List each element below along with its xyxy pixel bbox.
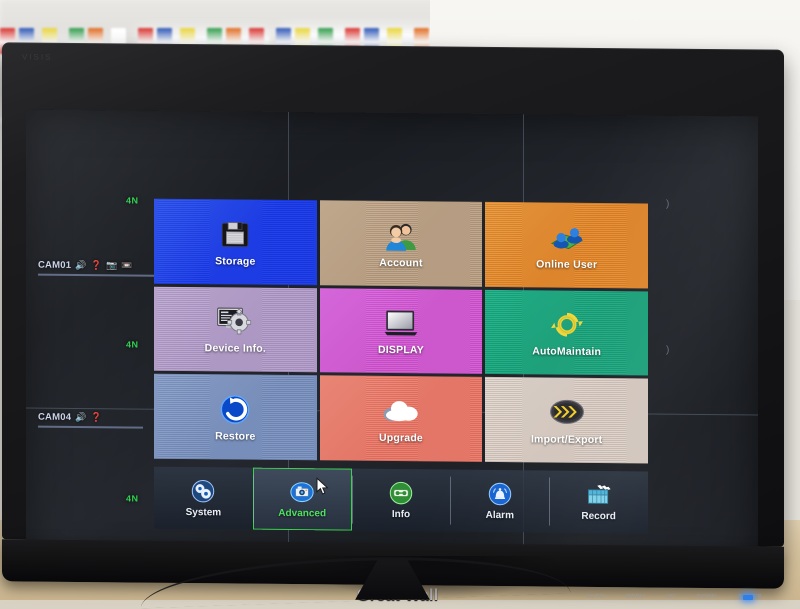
menu-tabbar: System Advanced Info Alarm bbox=[154, 467, 648, 534]
speaker-icon: 🔊 bbox=[75, 261, 86, 270]
menu-tile-restore[interactable]: Restore bbox=[154, 374, 317, 460]
bezel-top-mark: VISIS bbox=[22, 52, 52, 61]
tab-label: Advanced bbox=[278, 508, 326, 519]
double-chevron-icon bbox=[549, 395, 585, 431]
network-users-icon bbox=[547, 219, 587, 255]
menu-tile-label: Upgrade bbox=[379, 432, 423, 444]
menu-grid: Storage Account Online User bbox=[154, 199, 648, 464]
osd-button-row[interactable]: AUTOMENUUPDOWNPOWER bbox=[587, 594, 762, 600]
menu-tile-label: Online User bbox=[536, 258, 597, 271]
menu-tile-label: Restore bbox=[215, 430, 256, 442]
videotape-icon: 📼 bbox=[121, 261, 132, 270]
mouse-pointer-icon bbox=[316, 477, 329, 500]
tab-alarm[interactable]: Alarm bbox=[450, 470, 549, 533]
menu-tile-label: Storage bbox=[215, 255, 256, 267]
menu-tile-device-info[interactable]: Device Info. bbox=[154, 286, 317, 372]
channel-underline bbox=[38, 426, 143, 429]
channel-underline bbox=[38, 274, 156, 277]
alarm-bell-icon bbox=[487, 481, 513, 507]
tab-record[interactable]: Record bbox=[549, 471, 648, 534]
menu-tile-account[interactable]: Account bbox=[320, 200, 483, 286]
two-users-icon bbox=[383, 218, 419, 254]
menu-tile-online-user[interactable]: Online User bbox=[485, 202, 648, 288]
power-led-icon bbox=[743, 595, 753, 600]
photo-scene: VISIS CAM01 🔊 ❓ 📷 📼 CAM04 🔊 ❓ bbox=[0, 0, 800, 600]
video-loss-marker: 4N bbox=[126, 493, 139, 503]
floppy-disk-icon bbox=[218, 216, 252, 252]
osd-button-up[interactable]: UP bbox=[666, 594, 675, 600]
tab-label: Alarm bbox=[486, 510, 514, 521]
gears-icon bbox=[190, 478, 216, 504]
tab-info[interactable]: Info bbox=[352, 469, 451, 532]
menu-tile-display[interactable]: DISPLAY bbox=[320, 288, 483, 374]
osd-button-auto[interactable]: AUTO bbox=[587, 594, 605, 600]
channel-label-cam04: CAM04 🔊 ❓ bbox=[38, 412, 102, 424]
edge-mark: ) bbox=[666, 199, 669, 210]
menu-tile-upgrade[interactable]: Upgrade bbox=[320, 376, 483, 462]
video-loss-marker: 4N bbox=[126, 339, 139, 349]
info-disc-icon bbox=[388, 480, 414, 506]
video-loss-marker: 4N bbox=[126, 195, 139, 205]
clapperboard-icon bbox=[586, 482, 612, 508]
tab-advanced[interactable]: Advanced bbox=[253, 468, 352, 531]
recycle-icon bbox=[549, 307, 585, 343]
monitor-screen[interactable]: CAM01 🔊 ❓ 📷 📼 CAM04 🔊 ❓ CAM07 ❓ CAM08 ❓ bbox=[26, 109, 758, 575]
edge-mark: ) bbox=[666, 345, 669, 356]
monitor-gear-icon bbox=[216, 304, 254, 340]
menu-tile-storage[interactable]: Storage bbox=[154, 199, 317, 285]
menu-tile-label: Account bbox=[379, 257, 422, 269]
osd-button-menu[interactable]: MENU bbox=[626, 594, 645, 600]
channel-name: CAM04 bbox=[38, 412, 71, 423]
question-icon: ❓ bbox=[91, 413, 102, 422]
tab-label: System bbox=[186, 507, 222, 518]
question-icon: ❓ bbox=[91, 261, 102, 270]
tab-label: Info bbox=[392, 509, 410, 520]
menu-tile-label: Device Info. bbox=[205, 343, 266, 356]
menu-tile-import-export[interactable]: Import/Export bbox=[485, 377, 648, 463]
dvr-main-menu: Storage Account Online User bbox=[154, 199, 648, 547]
monitor: VISIS CAM01 🔊 ❓ 📷 📼 CAM04 🔊 ❓ bbox=[2, 46, 784, 566]
display-icon bbox=[383, 305, 419, 341]
tab-system[interactable]: System bbox=[154, 467, 253, 530]
menu-tile-label: AutoMaintain bbox=[532, 346, 601, 359]
camera-badge-icon bbox=[289, 479, 315, 505]
camera-icon: 📷 bbox=[106, 261, 117, 270]
channel-name: CAM01 bbox=[38, 260, 71, 271]
menu-tile-label: Import/Export bbox=[531, 433, 602, 446]
channel-label-cam01: CAM01 🔊 ❓ 📷 📼 bbox=[38, 260, 133, 272]
menu-tile-label: DISPLAY bbox=[378, 344, 424, 356]
tab-label: Record bbox=[581, 511, 615, 522]
menu-tile-automaintain[interactable]: AutoMaintain bbox=[485, 290, 648, 376]
cloud-icon bbox=[381, 393, 421, 429]
refresh-circle-icon bbox=[218, 391, 252, 427]
speaker-icon: 🔊 bbox=[75, 413, 86, 422]
osd-button-down[interactable]: DOWN bbox=[697, 594, 717, 600]
